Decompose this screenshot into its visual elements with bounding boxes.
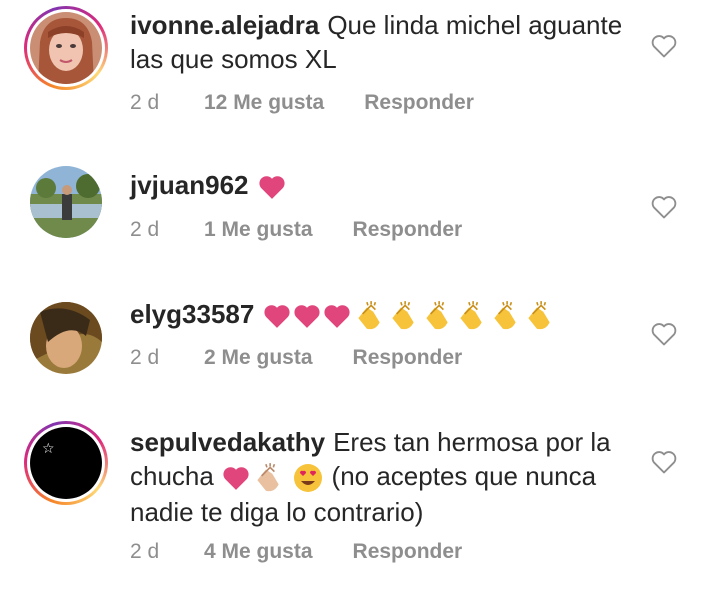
clapping-hands-emoji (460, 301, 482, 330)
comment-body-line2b: (no aceptes que nunca (331, 461, 597, 491)
timestamp: 2 d (130, 218, 160, 241)
avatar[interactable] (30, 302, 102, 374)
reply-button[interactable]: Responder (353, 346, 463, 370)
pink-heart-emoji (258, 176, 285, 199)
heart-outline-icon[interactable] (650, 449, 678, 475)
pink-heart-emoji (324, 305, 350, 328)
comment-body-line2a: chucha (130, 461, 214, 491)
timestamp: 2 d (130, 91, 160, 114)
likes-count[interactable]: 12 Me gusta (204, 91, 324, 115)
clapping-hands-emoji (426, 301, 448, 330)
comment-text: sepulvedakathy Eres tan hermosa por la ch… (130, 425, 630, 529)
username[interactable]: ivonne.alejadra (130, 10, 319, 40)
comment-body-line1: Eres tan hermosa por la (333, 427, 611, 457)
pink-heart-emoji (264, 305, 290, 328)
clapping-hands-emoji (494, 301, 516, 330)
timestamp: 2 d (130, 540, 160, 563)
comment-body-line3: nadie te diga lo contrario) (130, 497, 424, 528)
reply-button[interactable]: Responder (353, 540, 463, 564)
avatar[interactable]: ☆ (30, 427, 102, 499)
pink-heart-emoji (294, 305, 320, 328)
avatar[interactable] (30, 12, 102, 84)
comment-text: elyg33587 (130, 297, 630, 333)
heart-outline-icon[interactable] (650, 194, 678, 220)
clapping-hands-emoji (392, 301, 414, 330)
svg-text:☆: ☆ (42, 441, 55, 457)
avatar-wrap[interactable] (30, 166, 102, 238)
heart-eyes-emoji (294, 464, 323, 493)
heart-outline-icon[interactable] (650, 33, 678, 59)
reply-button[interactable]: Responder (353, 218, 463, 242)
likes-count[interactable]: 1 Me gusta (204, 218, 313, 242)
comment-meta: 2 d 1 Me gusta Responder (130, 218, 462, 242)
likes-count[interactable]: 4 Me gusta (204, 540, 313, 564)
clapping-hands-emoji (528, 301, 550, 330)
username[interactable]: jvjuan962 (130, 170, 249, 200)
comment-meta: 2 d 12 Me gusta Responder (130, 91, 474, 115)
comment-text: ivonne.alejadra Que linda michel aguante … (130, 8, 630, 76)
story-ring[interactable]: ☆ (24, 421, 108, 505)
timestamp: 2 d (130, 346, 160, 369)
reply-button[interactable]: Responder (364, 91, 474, 115)
username[interactable]: elyg33587 (130, 299, 254, 329)
comment-meta: 2 d 4 Me gusta Responder (130, 540, 462, 564)
comment-meta: 2 d 2 Me gusta Responder (130, 346, 462, 370)
comment-text: jvjuan962 (130, 168, 630, 202)
avatar-wrap[interactable] (30, 302, 102, 374)
clapping-hands-emoji (257, 463, 279, 492)
pink-heart-emoji (223, 467, 249, 490)
username[interactable]: sepulvedakathy (130, 427, 325, 457)
story-ring[interactable] (24, 6, 108, 90)
avatar[interactable] (30, 166, 102, 238)
clapping-hands-emoji (358, 301, 380, 330)
likes-count[interactable]: 2 Me gusta (204, 346, 313, 370)
heart-outline-icon[interactable] (650, 321, 678, 347)
